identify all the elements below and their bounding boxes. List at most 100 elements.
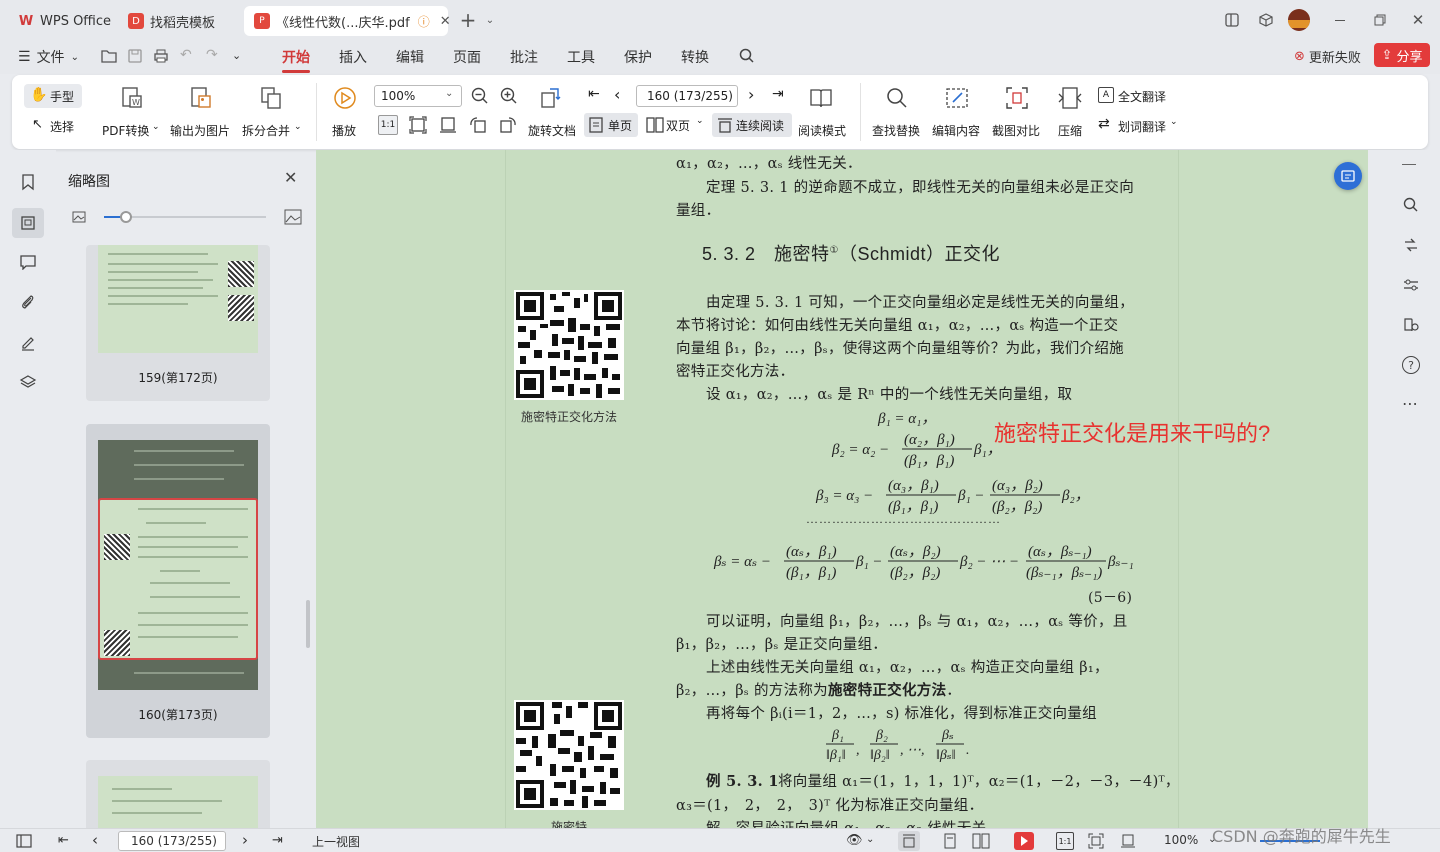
help-icon[interactable]: ? (1402, 356, 1420, 374)
zoom-out-icon[interactable] (470, 86, 490, 106)
tab-wps-office[interactable]: W WPS Office (8, 6, 121, 36)
tab-templates[interactable]: D 找稻壳模板 (118, 6, 236, 36)
share-button[interactable]: ⇪ 分享 (1374, 43, 1430, 67)
thumbnail-card[interactable] (86, 760, 270, 828)
fit-page-icon[interactable] (1088, 833, 1104, 849)
search-icon[interactable] (738, 47, 756, 65)
save-icon[interactable] (126, 47, 144, 65)
split-merge-button[interactable]: 拆分合并 ⌄ (240, 81, 302, 143)
play-button[interactable]: 播放 (326, 81, 364, 143)
last-page-icon[interactable]: ⇥ (272, 833, 283, 848)
close-tab-icon[interactable]: ✕ (440, 14, 451, 29)
menu-tab-edit[interactable]: 编辑 (396, 47, 424, 67)
first-page-icon[interactable]: ⇤ (58, 833, 69, 848)
menu-tab-annotate[interactable]: 批注 (510, 47, 538, 67)
fit-page-icon[interactable] (408, 115, 428, 135)
eye-icon[interactable]: 👁 (846, 833, 863, 848)
menu-tab-insert[interactable]: 插入 (339, 47, 367, 67)
export-image-button[interactable]: 输出为图片 (170, 81, 232, 143)
pdf-convert-button[interactable]: W PDF转换 ⌄ (102, 81, 162, 143)
comment-icon[interactable] (16, 250, 40, 274)
menu-tab-convert[interactable]: 转换 (681, 47, 709, 67)
translate-icon[interactable] (1402, 236, 1420, 254)
search-icon[interactable] (1402, 196, 1420, 214)
more-icon[interactable]: ⋯ (1402, 394, 1419, 413)
close-icon[interactable]: ✕ (284, 168, 297, 187)
next-page-icon[interactable]: › (748, 85, 754, 104)
continuous-reading-button[interactable]: 连续阅读 (712, 113, 792, 137)
actual-size-icon[interactable]: 1:1 (1056, 832, 1074, 850)
slider-handle[interactable] (120, 211, 132, 223)
screenshot-compare-button[interactable]: 截图对比 (990, 81, 1044, 143)
bookmark-icon[interactable] (16, 170, 40, 194)
print-icon[interactable] (152, 47, 170, 65)
rotate-document-button[interactable]: 旋转文档 (524, 81, 580, 143)
tab-pdf-document[interactable]: P 《线性代数(...庆华.pdf ⓘ ✕ (244, 6, 451, 36)
word-translate-button[interactable]: ⇄ 划词翻译 ⌄ (1098, 115, 1188, 137)
first-page-icon[interactable]: ⇤ (588, 86, 600, 102)
select-tool-button[interactable]: ↖ 选择 (24, 114, 82, 138)
rotate-left-icon[interactable] (468, 115, 488, 135)
read-aloud-icon[interactable] (1402, 316, 1420, 334)
restore-icon[interactable] (1370, 10, 1390, 30)
zoom-in-icon[interactable] (499, 86, 519, 106)
edit-content-button[interactable]: 编辑内容 (930, 81, 984, 143)
previous-view-button[interactable]: 上一视图 (312, 833, 360, 850)
fit-width-icon[interactable] (438, 115, 458, 135)
menu-tab-protect[interactable]: 保护 (624, 47, 652, 67)
text-annotation[interactable]: 施密特正交化是用来干吗的? (994, 416, 1270, 448)
update-failed-button[interactable]: ⊗ 更新失败 (1294, 47, 1361, 66)
sidebar-toggle-icon[interactable] (16, 834, 32, 848)
minimize-icon[interactable] (1330, 10, 1350, 30)
settings-sliders-icon[interactable] (1402, 276, 1420, 294)
full-translate-button[interactable]: A 全文翻译 (1098, 85, 1178, 107)
avatar[interactable] (1288, 9, 1310, 31)
last-page-icon[interactable]: ⇥ (772, 86, 784, 102)
collapse-icon[interactable] (1402, 164, 1416, 165)
redo-icon[interactable]: ↷ (206, 47, 218, 63)
box-icon[interactable] (1256, 10, 1276, 30)
single-page-icon[interactable] (942, 833, 958, 849)
hand-tool-button[interactable]: ✋ 手型 (24, 84, 82, 108)
continuous-view-icon[interactable] (898, 831, 920, 851)
previous-page-icon[interactable]: ‹ (92, 831, 98, 849)
close-window-icon[interactable]: ✕ (1408, 10, 1428, 30)
svg-text:βₛ₋₁: βₛ₋₁ (1107, 554, 1134, 570)
layout-icon[interactable] (1222, 10, 1242, 30)
chevron-down-icon[interactable]: ⌄ (232, 49, 241, 62)
panel-scrollbar[interactable] (306, 600, 310, 648)
previous-page-icon[interactable]: ‹ (614, 85, 620, 104)
menu-tab-tools[interactable]: 工具 (567, 47, 595, 67)
next-page-icon[interactable]: › (242, 831, 248, 849)
menu-tab-page[interactable]: 页面 (453, 47, 481, 67)
floating-translate-icon[interactable] (1334, 162, 1362, 190)
find-replace-button[interactable]: 查找替换 (870, 81, 924, 143)
rotate-right-icon[interactable] (498, 115, 518, 135)
reading-mode-button[interactable]: 阅读模式 (794, 81, 850, 143)
zoom-value[interactable]: 100% (1164, 833, 1198, 847)
single-page-button[interactable]: 单页 (584, 113, 638, 137)
thumbnail-size-slider[interactable] (104, 211, 266, 223)
layers-icon[interactable] (16, 370, 40, 394)
menu-tab-home[interactable]: 开始 (282, 47, 310, 73)
double-page-icon[interactable] (972, 833, 990, 849)
double-page-button[interactable]: 双页 ⌄ (644, 113, 706, 137)
new-tab-icon[interactable]: + (458, 8, 478, 32)
chevron-down-icon[interactable]: ⌄ (866, 834, 874, 845)
play-icon[interactable] (1014, 832, 1034, 850)
attachment-icon[interactable] (16, 290, 40, 314)
compress-button[interactable]: 压缩 (1050, 81, 1090, 143)
undo-icon[interactable]: ↶ (180, 47, 192, 63)
page-number-input[interactable]: 160 (173/255) (118, 831, 226, 851)
zoom-select[interactable]: 100% ⌄ (374, 85, 462, 107)
fit-width-icon[interactable] (1120, 833, 1136, 849)
page-number-input[interactable]: 160 (173/255) (636, 85, 738, 107)
open-folder-icon[interactable] (100, 47, 118, 65)
chevron-down-icon[interactable]: ⌄ (480, 10, 500, 30)
thumbnail-card[interactable]: 159(第172页) (86, 245, 270, 401)
thumbnail-card-selected[interactable]: 160(第173页) (86, 424, 270, 738)
thumbnail-icon[interactable] (12, 208, 44, 238)
signature-icon[interactable] (16, 330, 40, 354)
file-menu[interactable]: ☰ 文件 ⌄ (18, 47, 79, 67)
actual-size-icon[interactable]: 1:1 (378, 115, 398, 135)
